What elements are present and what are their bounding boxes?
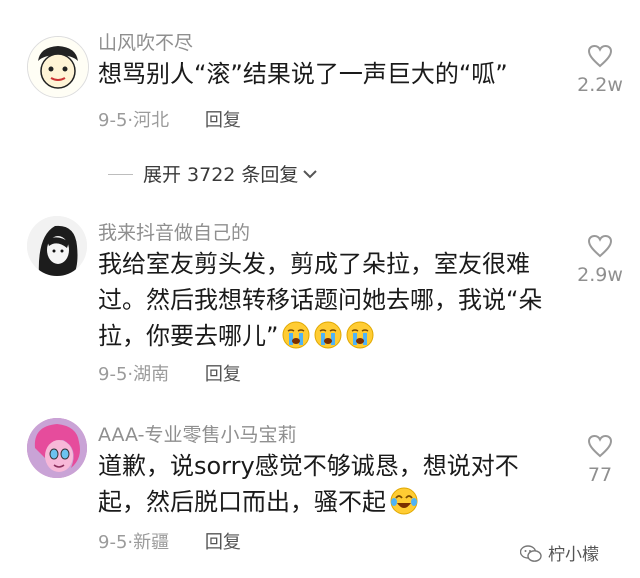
like-button[interactable]: 2.2w	[572, 44, 628, 96]
divider-line	[108, 174, 133, 175]
comment-text: 我给室友剪头发，剪成了朵拉，室友很难过。然后我想转移话题问她去哪，我说“朵拉，你…	[98, 246, 558, 354]
reply-button[interactable]: 回复	[205, 364, 241, 385]
heart-icon	[587, 434, 613, 458]
watermark: 柠小檬	[519, 540, 599, 565]
comment-meta: 9-5·河北 回复	[98, 110, 241, 131]
avatar[interactable]	[27, 216, 87, 276]
like-count: 2.2w	[577, 74, 623, 96]
username[interactable]: 我来抖音做自己的	[98, 218, 250, 245]
like-count: 2.9w	[577, 264, 623, 286]
comment-location: 新疆	[133, 532, 170, 553]
avatar[interactable]	[27, 418, 87, 478]
comment-text: 道歉，说sorry感觉不够诚恳，想说对不起，然后脱口而出，骚不起	[98, 448, 558, 520]
expand-replies-label: 展开 3722 条回复	[143, 164, 299, 186]
crying-face-emoji	[282, 321, 310, 349]
comment-date: 9-5	[98, 364, 128, 385]
comment-location: 河北	[133, 110, 170, 131]
username[interactable]: 山风吹不尽	[98, 28, 193, 55]
like-button[interactable]: 2.9w	[572, 234, 628, 286]
comment-text: 想骂别人“滚”结果说了一声巨大的“呱”	[98, 60, 508, 88]
comment-meta: 9-5·湖南 回复	[98, 364, 241, 385]
heart-icon	[587, 44, 613, 68]
crying-face-emoji	[314, 321, 342, 349]
wechat-icon	[519, 545, 542, 562]
comment-text-content: 道歉，说sorry感觉不够诚恳，想说对不起，然后脱口而出，骚不起	[98, 452, 519, 516]
heart-icon	[587, 234, 613, 258]
comment-meta: 9-5·新疆 回复	[98, 532, 241, 553]
chevron-down-icon	[303, 170, 318, 179]
comment-date: 9-5	[98, 110, 128, 131]
username[interactable]: AAA-专业零售小马宝莉	[98, 420, 297, 447]
comment-date: 9-5	[98, 532, 128, 553]
crying-face-emoji	[346, 321, 374, 349]
like-count: 77	[587, 464, 613, 486]
like-button[interactable]: 77	[572, 434, 628, 486]
reply-button[interactable]: 回复	[205, 532, 241, 553]
expand-replies-button[interactable]: 展开 3722 条回复	[108, 160, 318, 187]
tears-of-joy-emoji	[390, 487, 418, 515]
avatar[interactable]	[27, 36, 89, 98]
comment-location: 湖南	[133, 364, 170, 385]
watermark-text: 柠小檬	[548, 545, 599, 565]
reply-button[interactable]: 回复	[205, 110, 241, 131]
